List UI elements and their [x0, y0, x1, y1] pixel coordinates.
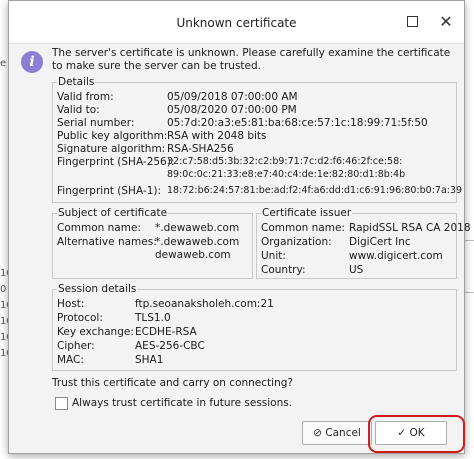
- subject-label: Alternative names:: [57, 236, 157, 248]
- detail-value: RSA-SHA256: [167, 143, 234, 155]
- ok-button[interactable]: ✓ OK: [375, 421, 447, 445]
- detail-label: Valid to:: [57, 104, 100, 116]
- issuer-value: www.digicert.com: [349, 250, 443, 262]
- title-bar: Unknown certificate ✕: [9, 1, 464, 44]
- issuer-label: Unit:: [261, 250, 286, 262]
- detail-label: Fingerprint (SHA-256):: [57, 156, 175, 168]
- cancel-icon: ⊘: [313, 427, 322, 439]
- certificate-dialog: Unknown certificate ✕ i The server's cer…: [8, 0, 471, 454]
- always-trust-checkbox[interactable]: [55, 397, 68, 410]
- session-value: TLS1.0: [135, 312, 171, 324]
- session-label: Protocol:: [57, 312, 103, 324]
- cancel-label: Cancel: [325, 427, 361, 439]
- background-divider: [465, 240, 474, 241]
- detail-value: RSA with 2048 bits: [167, 130, 267, 142]
- session-value: AES-256-CBC: [135, 340, 205, 352]
- dialog-title: Unknown certificate: [176, 16, 297, 30]
- session-label: MAC:: [57, 354, 84, 366]
- detail-label: Serial number:: [57, 117, 135, 129]
- session-label: Host:: [57, 298, 85, 310]
- detail-value: 05:7d:20:a3:e5:81:ba:68:ce:57:1c:18:99:7…: [167, 117, 428, 129]
- session-label: Cipher:: [57, 340, 95, 352]
- subject-group-label: Subject of certificate: [57, 207, 169, 219]
- info-icon: i: [21, 51, 43, 73]
- close-icon: ✕: [439, 12, 453, 31]
- close-button[interactable]: ✕: [435, 11, 457, 33]
- details-group-label: Details: [57, 76, 96, 88]
- subject-value: dewaweb.com: [155, 249, 231, 261]
- always-trust-label[interactable]: Always trust certificate in future sessi…: [72, 397, 292, 409]
- detail-label: Signature algorithm:: [57, 143, 166, 155]
- detail-label: Public key algorithm:: [57, 130, 168, 142]
- subject-group: Subject of certificate Common name: *.de…: [52, 207, 253, 279]
- issuer-label: Country:: [261, 264, 306, 276]
- session-value: ECDHE-RSA: [135, 326, 197, 338]
- maximize-icon: [407, 16, 418, 27]
- maximize-button[interactable]: [401, 11, 423, 33]
- details-group: Details Valid from: 05/09/2018 07:00:00 …: [52, 76, 462, 203]
- session-group-label: Session details: [57, 283, 138, 295]
- issuer-value: RapidSSL RSA CA 2018: [349, 222, 471, 234]
- trust-question: Trust this certificate and carry on conn…: [52, 377, 293, 389]
- session-group: Session details Host: ftp.seoanaksholeh.…: [52, 283, 457, 371]
- detail-label: Fingerprint (SHA-1):: [57, 185, 162, 197]
- issuer-group-label: Certificate issuer: [261, 207, 353, 219]
- detail-value: 05/08/2020 07:00:00 PM: [167, 104, 297, 116]
- ok-label: OK: [409, 427, 425, 439]
- issuer-group: Certificate issuer Common name: RapidSSL…: [256, 207, 471, 279]
- issuer-label: Common name:: [261, 222, 345, 234]
- background-text: 0: [0, 284, 7, 295]
- detail-value: 89:0c:0c:21:33:e8:e7:40:c4:de:1e:82:80:d…: [167, 169, 406, 180]
- issuer-value: DigiCert Inc: [349, 236, 411, 248]
- session-label: Key exchange:: [57, 326, 134, 338]
- issuer-label: Organization:: [261, 236, 332, 248]
- background-divider: [465, 292, 474, 293]
- detail-value: 18:72:b6:24:57:81:be:ad:f2:4f:a6:dd:d1:c…: [167, 185, 463, 196]
- check-icon: ✓: [397, 427, 407, 439]
- issuer-value: US: [349, 264, 364, 276]
- session-value: SHA1: [135, 354, 164, 366]
- session-value: ftp.seoanaksholeh.com:21: [135, 298, 274, 310]
- subject-value: *.dewaweb.com: [155, 236, 240, 248]
- detail-value: 32:c7:58:d5:3b:32:c2:b9:71:7c:d2:f6:46:2…: [167, 156, 403, 167]
- cancel-button[interactable]: ⊘ Cancel: [302, 421, 372, 445]
- subject-label: Common name:: [57, 222, 141, 234]
- detail-label: Valid from:: [57, 91, 114, 103]
- warning-message: The server's certificate is unknown. Ple…: [52, 47, 451, 72]
- background-text: e: [0, 58, 7, 69]
- detail-value: 05/09/2018 07:00:00 AM: [167, 91, 298, 103]
- subject-value: *.dewaweb.com: [155, 222, 240, 234]
